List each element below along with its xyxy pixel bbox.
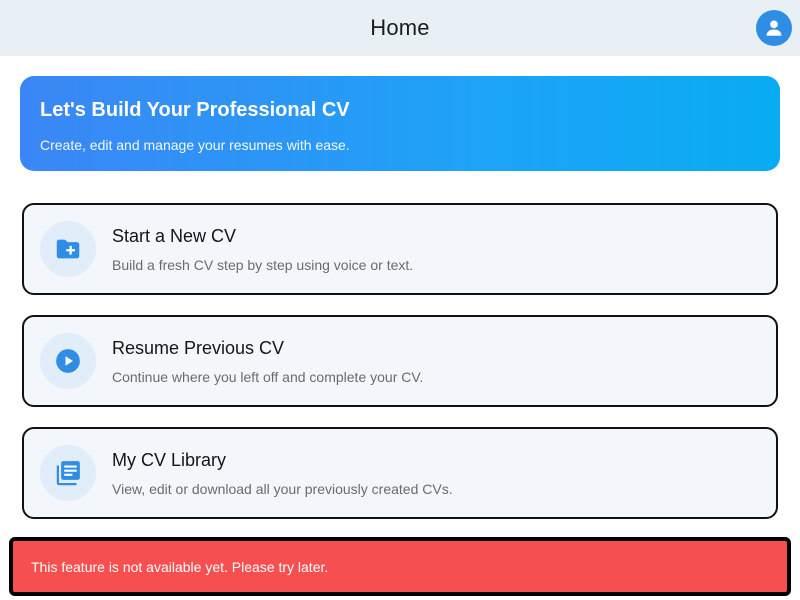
page-title: Home <box>370 15 430 40</box>
start-new-cv-card[interactable]: Start a New CV Build a fresh CV step by … <box>22 203 778 295</box>
card-icon-badge <box>40 333 96 389</box>
cv-library-card[interactable]: My CV Library View, edit or download all… <box>22 427 778 519</box>
hero-banner: Let's Build Your Professional CV Create,… <box>20 76 780 171</box>
card-icon-badge <box>40 221 96 277</box>
card-title: Start a New CV <box>112 226 237 246</box>
card-title: My CV Library <box>112 450 227 470</box>
profile-button[interactable] <box>756 10 792 46</box>
error-snackbar: This feature is not available yet. Pleas… <box>9 537 791 596</box>
card-icon-badge <box>40 445 96 501</box>
hero-title: Let's Build Your Professional CV <box>40 99 350 121</box>
card-description: Build a fresh CV step by step using voic… <box>112 257 414 273</box>
snackbar-message: This feature is not available yet. Pleas… <box>31 558 329 575</box>
app-root: Home Let's Build Your Professional CV Cr… <box>0 0 800 600</box>
folder-add-icon <box>56 239 80 259</box>
card-description: Continue where you left off and complete… <box>112 369 424 385</box>
app-bar: Home <box>0 0 800 56</box>
account-icon <box>766 20 782 36</box>
resume-previous-cv-card[interactable]: Resume Previous CV Continue where you le… <box>22 315 778 407</box>
library-icon <box>56 461 80 486</box>
card-title: Resume Previous CV <box>112 338 285 358</box>
hero-subtitle: Create, edit and manage your resumes wit… <box>40 137 350 153</box>
play-circle-icon <box>56 349 80 373</box>
card-description: View, edit or download all your previous… <box>112 481 453 497</box>
